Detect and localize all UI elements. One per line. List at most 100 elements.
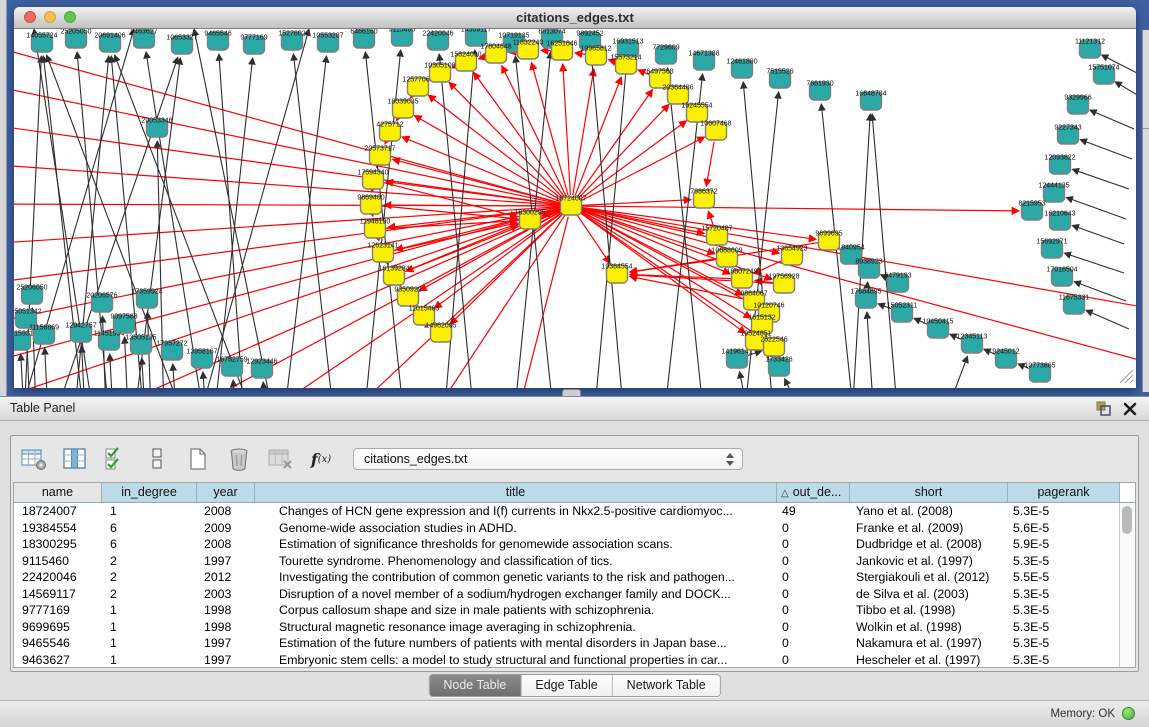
table-cell[interactable]: 18300295 xyxy=(14,536,102,553)
table-cell[interactable]: 1997 xyxy=(197,553,255,570)
graph-node-9329966[interactable]: 9329966 xyxy=(1064,95,1091,115)
graph-node-16139284[interactable]: 16139284 xyxy=(378,266,409,286)
graph-node-14055724[interactable]: 14055724 xyxy=(26,33,57,53)
graph-node-18039035[interactable]: 18039035 xyxy=(387,99,418,119)
graph-node-18807249[interactable]: 18807249 xyxy=(726,269,757,289)
graph-node-16251646[interactable]: 16251646 xyxy=(546,41,577,61)
graph-node-7661930[interactable]: 7661930 xyxy=(806,81,833,101)
table-cell[interactable]: 2012 xyxy=(197,569,255,586)
table-cell[interactable]: 0 xyxy=(777,635,850,652)
graph-node-17684695[interactable]: 17684695 xyxy=(850,289,881,309)
graph-node-9227343[interactable]: 9227343 xyxy=(1054,125,1081,145)
table-cell[interactable]: 5.6E-5 xyxy=(1008,520,1120,537)
graph-node-16648784[interactable]: 16648784 xyxy=(855,91,886,111)
graph-node-13654923[interactable]: 13654923 xyxy=(776,246,807,266)
table-cell[interactable]: 18724007 xyxy=(14,503,102,520)
graph-node-12942757[interactable]: 12942757 xyxy=(65,323,96,343)
graph-node-12577062[interactable]: 12577062 xyxy=(402,77,433,97)
table-row[interactable]: 969969511998Structural magnetic resonanc… xyxy=(14,619,1135,636)
table-cell[interactable]: 1997 xyxy=(197,635,255,652)
table-cell[interactable]: Changes of HCN gene expression and I(f) … xyxy=(255,503,777,520)
graph-node-9097588[interactable]: 9097588 xyxy=(110,314,137,334)
graph-node-17804648[interactable]: 17804648 xyxy=(480,44,511,64)
select-rows-icon[interactable] xyxy=(103,447,129,471)
table-row[interactable]: 911546021997Tourette syndrome. Phenomeno… xyxy=(14,553,1135,570)
table-cell[interactable]: 6 xyxy=(102,536,197,553)
table-cell[interactable]: Franke et al. (2009) xyxy=(850,520,1008,537)
graph-node-10305108[interactable]: 10305108 xyxy=(424,63,455,83)
graph-node-9245012[interactable]: 9245012 xyxy=(992,349,1019,369)
table-cell[interactable]: 19384554 xyxy=(14,520,102,537)
graph-node-11121312[interactable]: 11121312 xyxy=(1075,39,1105,59)
graph-node-9463627[interactable]: 9463627 xyxy=(130,29,157,48)
network-window-titlebar[interactable]: citations_edges.txt xyxy=(14,7,1136,29)
graph-node-16782759[interactable]: 16782759 xyxy=(216,357,247,377)
table-cell[interactable]: 2008 xyxy=(197,503,255,520)
graph-node-7729609[interactable]: 7729609 xyxy=(652,45,679,65)
table-cell[interactable]: 0 xyxy=(777,536,850,553)
table-cell[interactable]: 6 xyxy=(102,520,197,537)
table-cell[interactable]: Estimation of significance thresholds fo… xyxy=(255,536,777,553)
graph-node-20364486[interactable]: 20364486 xyxy=(662,85,693,105)
column-header-indegree[interactable]: in_degree xyxy=(102,483,197,502)
graph-node-13505135[interactable]: 13505135 xyxy=(125,335,156,355)
network-window[interactable]: citations_edges.txt 14055724252050502069… xyxy=(14,7,1136,388)
table-cell[interactable]: Wolkin et al. (1998) xyxy=(850,619,1008,636)
graph-node-11832240[interactable]: 11832240 xyxy=(513,40,544,60)
close-icon[interactable] xyxy=(1123,402,1137,416)
table-cell[interactable]: 1 xyxy=(102,602,197,619)
tab-edge-table[interactable]: Edge Table xyxy=(520,675,611,696)
tab-network-table[interactable]: Network Table xyxy=(612,675,720,696)
network-graph-canvas[interactable]: 1405572425205050206914069463627106533279… xyxy=(14,29,1136,388)
graph-node-12923446[interactable]: 12923446 xyxy=(246,359,277,379)
rows-icon[interactable] xyxy=(144,447,170,471)
table-row[interactable]: 1456911722003Disruption of a novel membe… xyxy=(14,586,1135,603)
table-selector-dropdown[interactable]: citations_edges.txt xyxy=(353,448,743,470)
delete-table-icon[interactable] xyxy=(267,447,293,471)
table-cell[interactable]: 0 xyxy=(777,652,850,669)
graph-node-8938923[interactable]: 8938923 xyxy=(855,259,882,279)
table-row[interactable]: 946554611997Estimation of the future num… xyxy=(14,635,1135,652)
graph-node-17016504[interactable]: 17016504 xyxy=(1046,267,1077,287)
table-cell[interactable]: Tibbo et al. (1998) xyxy=(850,602,1008,619)
graph-node-9350929[interactable]: 9350929 xyxy=(394,287,421,307)
graph-node-25206050[interactable]: 25206050 xyxy=(16,285,47,305)
graph-node-12623141[interactable]: 12623141 xyxy=(367,243,398,263)
graph-node-20206576[interactable]: 20206576 xyxy=(86,293,117,313)
graph-node-10773665[interactable]: 10773665 xyxy=(1024,363,1055,383)
table-cell[interactable]: 2008 xyxy=(197,536,255,553)
table-row[interactable]: 1938455462009Genome-wide association stu… xyxy=(14,520,1135,537)
graph-node-11948190[interactable]: 11948190 xyxy=(360,219,391,239)
new-table-icon[interactable] xyxy=(185,447,211,471)
table-cell[interactable]: 0 xyxy=(777,553,850,570)
table-cell[interactable]: Jankovic et al. (1997) xyxy=(850,553,1008,570)
table-cell[interactable]: 5.3E-5 xyxy=(1008,602,1120,619)
zoom-window-icon[interactable] xyxy=(64,11,76,23)
graph-node-6479193[interactable]: 6479193 xyxy=(884,273,911,293)
column-header-short[interactable]: short xyxy=(850,483,1008,502)
table-cell[interactable]: 5.3E-5 xyxy=(1008,503,1120,520)
table-cell[interactable]: 0 xyxy=(777,602,850,619)
graph-node-12345113[interactable]: 12345113 xyxy=(957,334,988,354)
graph-node-17359924[interactable]: 17359924 xyxy=(131,289,162,309)
graph-node-12093822[interactable]: 12093822 xyxy=(1044,155,1075,175)
table-cell[interactable]: 5.3E-5 xyxy=(1008,619,1120,636)
graph-node-17594340[interactable]: 17594340 xyxy=(357,170,388,190)
graph-node-12444135[interactable]: 12444135 xyxy=(1038,183,1069,203)
table-cell[interactable]: 1 xyxy=(102,503,197,520)
graph-node-22420046[interactable]: 22420046 xyxy=(422,31,453,51)
table-cell[interactable]: 9699695 xyxy=(14,619,102,636)
table-cell[interactable]: 9777169 xyxy=(14,602,102,619)
graph-node-20053346[interactable]: 20053346 xyxy=(141,118,172,138)
graph-node-7986372[interactable]: 7986372 xyxy=(690,189,717,209)
graph-node-4275712[interactable]: 4275712 xyxy=(376,122,403,142)
graph-node-12461880[interactable]: 12461880 xyxy=(726,59,757,79)
table-cell[interactable]: 5.3E-5 xyxy=(1008,553,1120,570)
table-cell[interactable]: 5.3E-5 xyxy=(1008,635,1120,652)
memory-status-icon[interactable] xyxy=(1122,707,1135,720)
table-row[interactable]: 1872400712008Changes of HCN gene express… xyxy=(14,503,1135,520)
graph-node-15824090[interactable]: 15824090 xyxy=(450,52,481,72)
column-header-outde[interactable]: △out_de... xyxy=(777,483,850,502)
table-row[interactable]: 2242004622012Investigating the contribut… xyxy=(14,569,1135,586)
table-cell[interactable]: 1 xyxy=(102,652,197,669)
